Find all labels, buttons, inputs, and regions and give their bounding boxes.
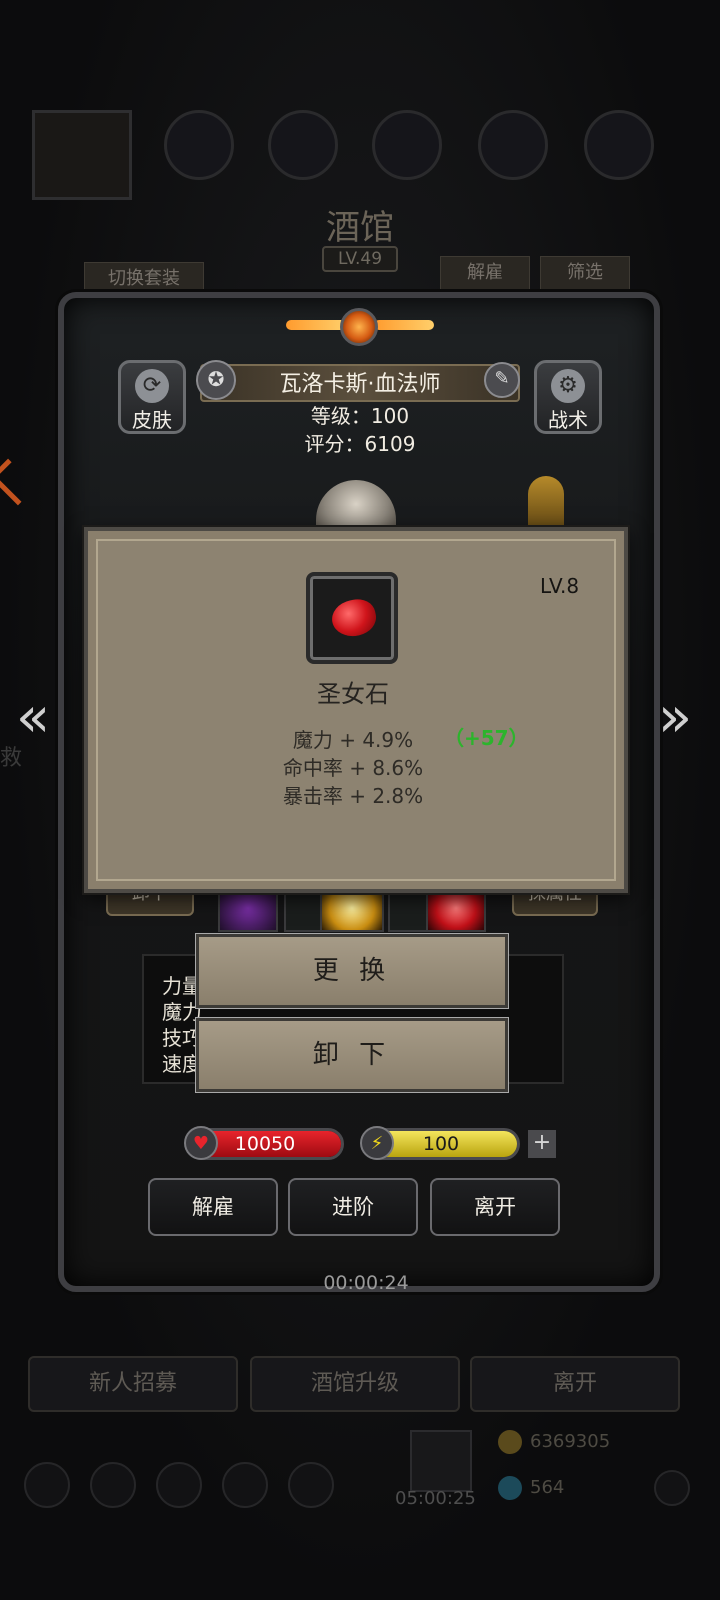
gold-display: 6369305 (498, 1430, 610, 1454)
gift-timer: 05:00:25 (395, 1488, 476, 1509)
bg-settings-icon[interactable] (654, 1470, 690, 1506)
item-stat-magic: 魔力 + 4.9% (292, 728, 414, 752)
gem-value: 564 (530, 1477, 565, 1498)
bg-equip-slot (164, 110, 234, 180)
panel-crest (286, 300, 434, 352)
gift-box-icon[interactable] (410, 1430, 472, 1492)
gem-icon (498, 1476, 522, 1500)
unequip-button[interactable]: 卸 下 (196, 1018, 508, 1092)
bg-menu-icon[interactable] (156, 1462, 202, 1508)
recruit-button[interactable]: 新人招募 (28, 1356, 238, 1412)
crest-wing-left (286, 320, 346, 330)
bg-equip-slot (268, 110, 338, 180)
bg-equip-slot (584, 110, 654, 180)
tavern-upgrade-button[interactable]: 酒馆升级 (250, 1356, 460, 1412)
bg-menu-icon[interactable] (24, 1462, 70, 1508)
bg-hero-portrait (32, 110, 132, 200)
item-level: LV.8 (540, 574, 580, 598)
advance-button[interactable]: 进阶 (288, 1178, 418, 1236)
bg-equip-slot (372, 110, 442, 180)
panel-timer: 00:00:24 (323, 1272, 409, 1294)
gem-display: 564 (498, 1476, 564, 1500)
crest-wing-right (374, 320, 434, 330)
red-gem-icon (328, 595, 380, 641)
bg-equip-slot (478, 110, 548, 180)
crescent-moon-icon (340, 308, 378, 346)
bg-menu-icon[interactable] (288, 1462, 334, 1508)
hero-name: 瓦洛卡斯·血法师 (279, 372, 441, 397)
bg-leave-button[interactable]: 离开 (470, 1356, 680, 1412)
gold-value: 6369305 (530, 1431, 611, 1452)
bg-menu-icon[interactable] (222, 1462, 268, 1508)
bg-dismiss-button[interactable]: 解雇 (440, 256, 530, 290)
lightning-icon: ⚡ (360, 1126, 394, 1160)
switch-outfit-button[interactable]: 切换套装 (84, 262, 204, 296)
item-name: 圣女石 (317, 680, 389, 708)
leave-button[interactable]: 离开 (430, 1178, 560, 1236)
hero-level: 等级：100 (310, 404, 410, 428)
bg-filter-button[interactable]: 筛选 (540, 256, 630, 290)
gold-coin-icon (498, 1430, 522, 1454)
replace-button[interactable]: 更 换 (196, 934, 508, 1008)
hero-score: 评分：6109 (304, 432, 416, 456)
item-stat-hit: 命中率 + 8.6% (282, 756, 424, 780)
dismiss-button[interactable]: 解雇 (148, 1178, 278, 1236)
tavern-title: 酒馆 (326, 208, 394, 248)
tavern-level: LV.49 (322, 246, 398, 272)
bg-menu-icon[interactable] (90, 1462, 136, 1508)
add-energy-button[interactable]: + (528, 1130, 556, 1158)
heart-icon: ♥ (184, 1126, 218, 1160)
item-icon-frame (306, 572, 398, 664)
hero-weapon (528, 476, 564, 532)
item-stat-crit: 暴击率 + 2.8% (282, 784, 424, 808)
item-score-bonus: （+57） (444, 726, 529, 750)
